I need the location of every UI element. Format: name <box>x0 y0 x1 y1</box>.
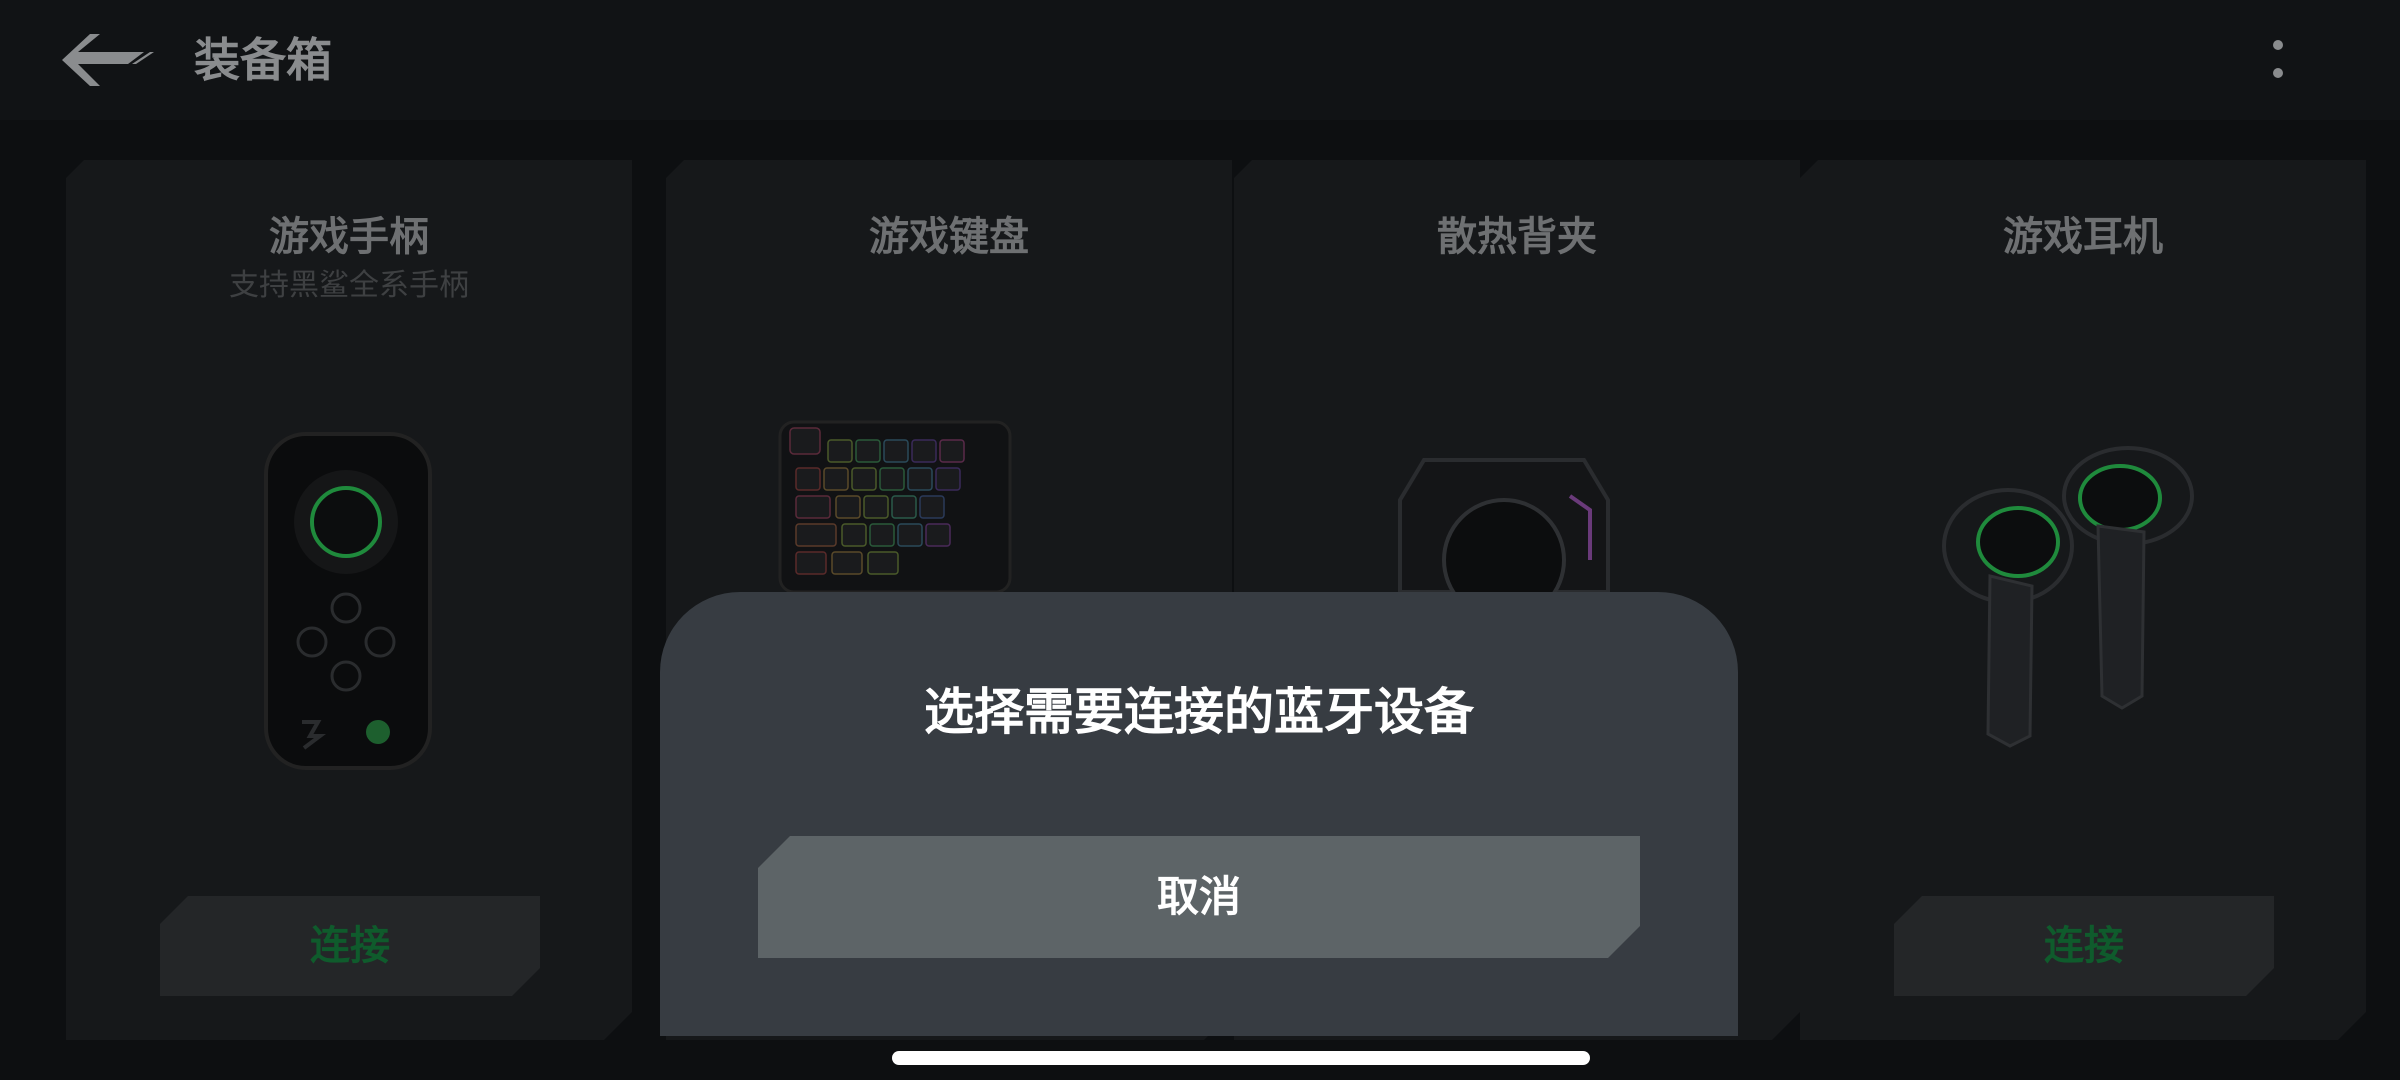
card-earbuds[interactable]: 游戏耳机 连接 <box>1800 160 2366 1040</box>
card-title: 散热背夹 <box>1437 214 1597 260</box>
card-title: 游戏手柄 <box>269 214 429 260</box>
connect-button[interactable]: 连接 <box>1894 896 2274 996</box>
cooler-icon <box>1394 450 1614 592</box>
earbuds-icon <box>1922 446 2212 750</box>
page-title: 装备箱 <box>194 33 332 87</box>
card-subtitle: 支持黑鲨全系手柄 <box>229 268 469 303</box>
more-vert-icon[interactable] <box>2268 34 2288 86</box>
gamepad-icon <box>262 430 434 772</box>
bluetooth-select-dialog: 选择需要连接的蓝牙设备 取消 <box>660 592 1738 1036</box>
dialog-title: 选择需要连接的蓝牙设备 <box>924 683 1474 741</box>
connect-button[interactable]: 连接 <box>160 896 540 996</box>
card-title: 游戏耳机 <box>2003 214 2163 260</box>
back-arrow-icon[interactable] <box>58 30 154 90</box>
keyboard-icon <box>776 418 1030 592</box>
card-title: 游戏键盘 <box>869 214 1029 260</box>
app-header: 装备箱 <box>0 0 2400 120</box>
home-indicator[interactable] <box>892 1051 1590 1065</box>
cancel-button[interactable]: 取消 <box>758 836 1640 958</box>
card-gamepad[interactable]: 游戏手柄 支持黑鲨全系手柄 连接 <box>66 160 632 1040</box>
